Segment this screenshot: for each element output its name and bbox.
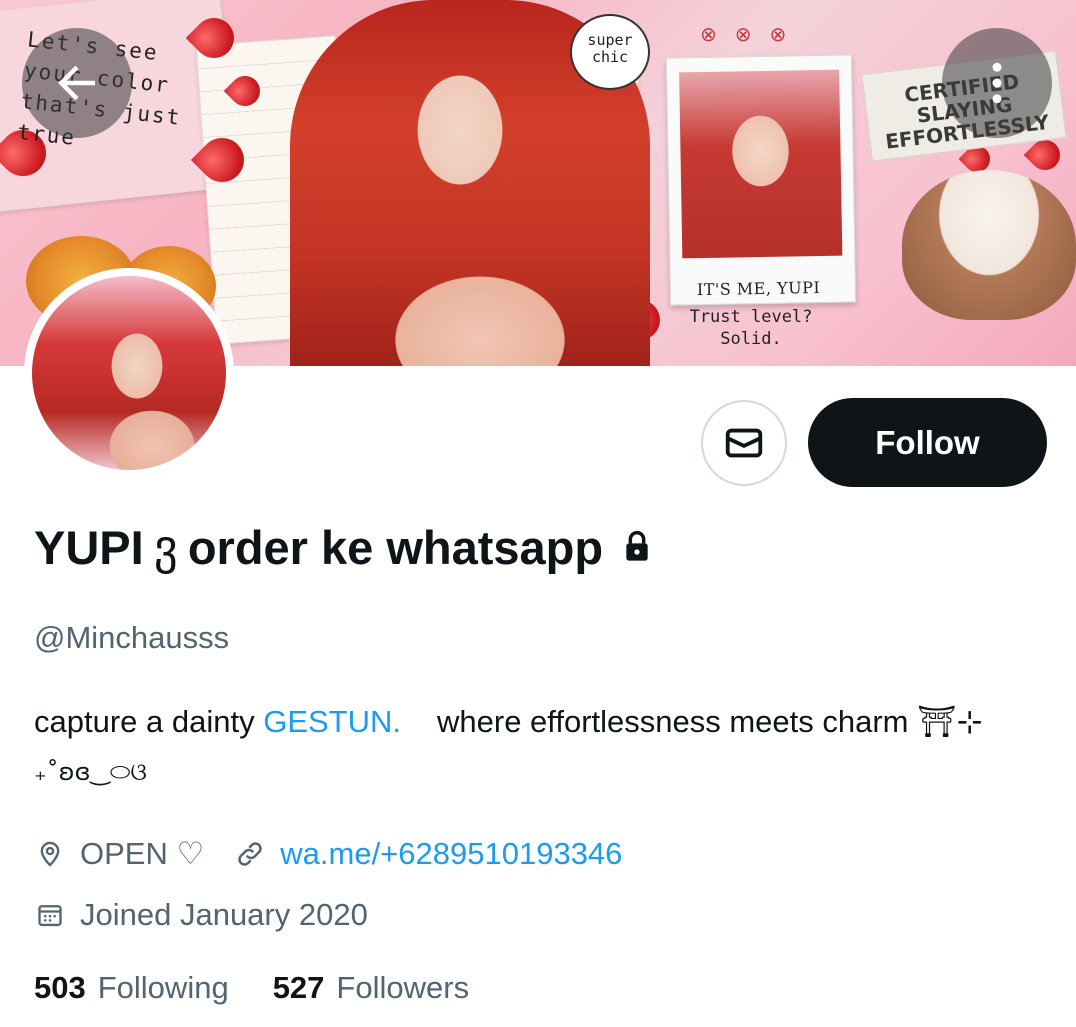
arrow-left-icon [58, 65, 95, 101]
display-name-part1: YUPI [34, 521, 144, 574]
follow-stats: 503 Following 527 Followers [34, 970, 513, 1006]
bio-text: capture a dainty GESTUN. where effortless… [34, 697, 1054, 747]
username-handle: @Minchausss [34, 620, 230, 655]
display-name-part2: order ke whatsapp [187, 521, 604, 574]
lock-icon [621, 520, 653, 575]
polaroid-photo [679, 69, 843, 259]
website-link[interactable]: wa.me/+6289510193346 [280, 836, 622, 872]
followers-stat[interactable]: 527 Followers [273, 970, 469, 1006]
location-text: OPEN ♡ [80, 836, 205, 871]
message-button[interactable] [701, 400, 787, 486]
banner-note-text: Trust level? Solid. [689, 307, 813, 349]
followers-label: Followers [336, 970, 470, 1005]
banner-bubble-text: super chic [570, 14, 650, 90]
bio-text-start: capture a dainty [34, 704, 264, 739]
following-label: Following [97, 970, 229, 1005]
banner-polaroid: IT'S ME, YUPI [665, 54, 857, 306]
calendar-icon [34, 899, 66, 931]
banner-cake [902, 170, 1076, 320]
back-button[interactable] [22, 28, 132, 138]
bio-link[interactable]: GESTUN. [263, 704, 401, 739]
profile-meta-joined-row: Joined January 2020 [34, 897, 368, 933]
bio-decoration: ₊˚ʚɞ‿⬭ଓ [34, 758, 147, 786]
polaroid-caption: IT'S ME, YUPI [696, 277, 821, 300]
avatar-image [32, 276, 226, 470]
more-vertical-icon [992, 62, 1002, 104]
profile-meta-location-row: OPEN ♡ wa.me/+6289510193346 [34, 836, 622, 872]
follow-button[interactable]: Follow [808, 398, 1047, 487]
avatar[interactable] [24, 268, 234, 478]
location-pin-icon [34, 838, 66, 870]
following-count: 503 [34, 970, 86, 1005]
followers-count: 527 [272, 970, 325, 1005]
display-name: YUPI ვ order ke whatsapp [34, 520, 653, 575]
link-icon [234, 838, 266, 870]
mail-icon [725, 428, 763, 458]
bio-text-end: where effortlessness meets charm ⛩⊹ [437, 704, 983, 739]
following-stat[interactable]: 503 Following [34, 970, 229, 1006]
display-name-symbol: ვ [153, 520, 178, 575]
joined-date: Joined January 2020 [80, 897, 368, 932]
more-button[interactable] [942, 28, 1052, 138]
banner-x-marks: ⊗⊗⊗ [700, 22, 805, 46]
